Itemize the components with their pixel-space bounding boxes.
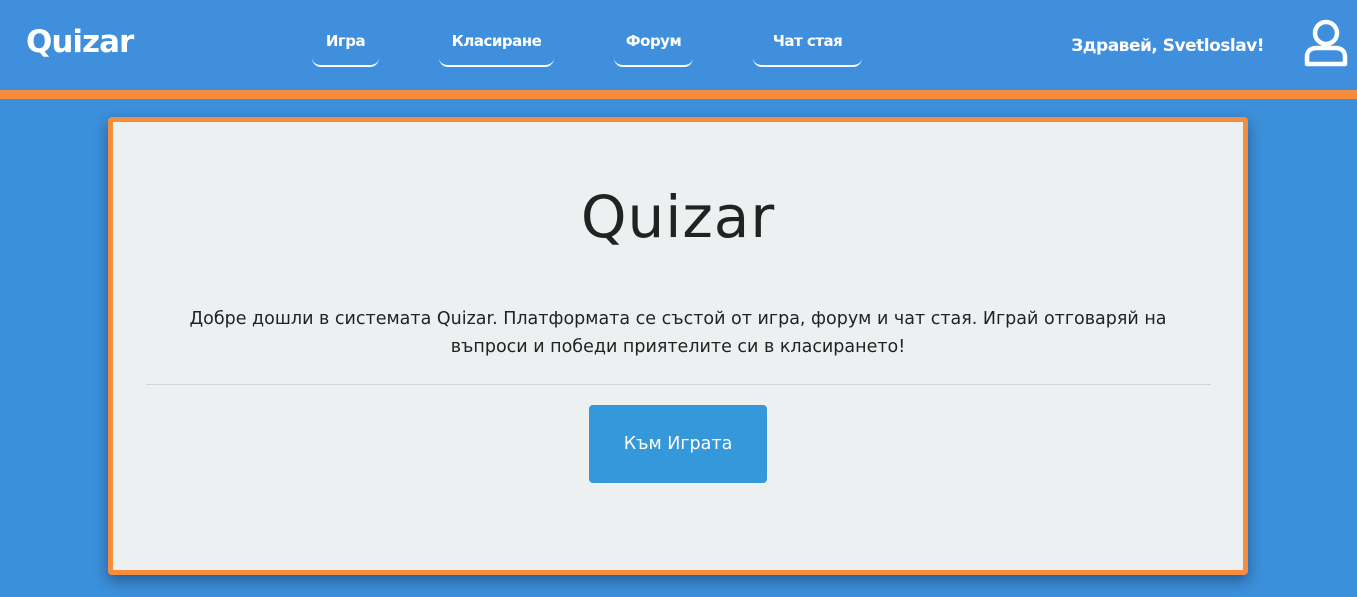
to-game-button[interactable]: Към Играта (589, 405, 767, 483)
nav-item-game[interactable]: Игра (312, 30, 379, 67)
nav-item-chat-room[interactable]: Чат стая (753, 30, 862, 67)
divider (146, 384, 1211, 385)
nav-item-forum[interactable]: Форум (614, 30, 693, 67)
welcome-description: Добре дошли в системата Quizar. Платформ… (189, 309, 1167, 357)
logo[interactable]: Quizar (26, 24, 134, 60)
nav-item-ranking[interactable]: Класиране (439, 30, 554, 67)
page-title: Quizar (580, 183, 776, 251)
user-icon-graphic (1304, 19, 1348, 67)
navbar: Quizar Игра Класиране Форум Чат стая Здр… (0, 0, 1357, 99)
user-icon[interactable] (1302, 18, 1350, 68)
welcome-card: Quizar Добре дошли в системата Quizar. П… (108, 117, 1248, 575)
user-greeting: Здравей, Svetloslav! (1071, 36, 1264, 56)
